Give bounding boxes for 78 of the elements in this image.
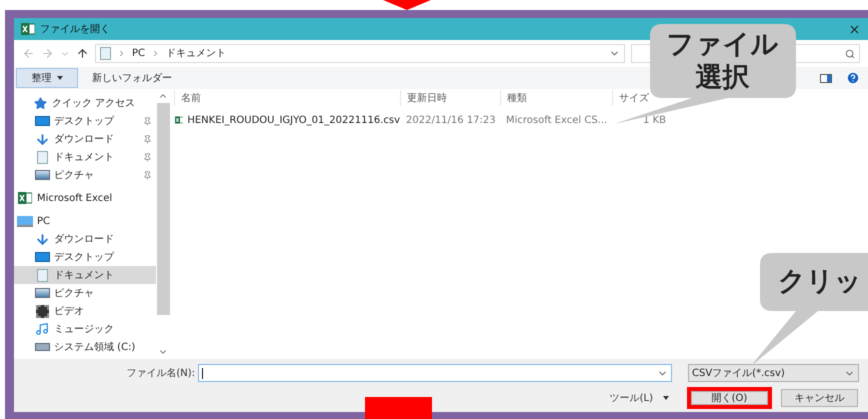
callout-text: ファイル xyxy=(666,28,778,61)
sidebar-label: ダウンロード xyxy=(54,132,115,146)
tools-button[interactable]: ツール(L) xyxy=(610,390,669,406)
sidebar-label: デスクトップ xyxy=(54,114,116,128)
star-icon xyxy=(34,96,46,110)
document-icon xyxy=(36,150,48,164)
drive-icon xyxy=(34,343,50,351)
pin-icon xyxy=(143,170,152,180)
sidebar-label: ピクチャ xyxy=(54,286,95,300)
sidebar-label: デスクトップ xyxy=(54,250,116,264)
sidebar-item[interactable]: ドキュメント xyxy=(14,148,156,166)
picture-icon xyxy=(34,170,50,180)
sidebar-item[interactable]: ミュージック xyxy=(14,320,156,338)
sidebar-item[interactable]: デスクトップ xyxy=(14,112,156,130)
film-icon xyxy=(36,304,48,318)
excel-icon xyxy=(18,192,32,204)
sidebar-item[interactable]: ダウンロード xyxy=(14,230,156,248)
sidebar-label: クイック アクセス xyxy=(52,96,136,110)
file-type-dropdown[interactable]: CSVファイル(*.csv) xyxy=(688,364,859,382)
callout-text: 選択 xyxy=(696,61,750,94)
download-arrow-icon xyxy=(34,232,50,246)
file-type: Microsoft Excel CS... xyxy=(505,114,608,128)
cancel-button[interactable]: キャンセル xyxy=(781,389,858,407)
sidebar-label: ビデオ xyxy=(54,304,85,318)
desktop-icon xyxy=(34,116,50,126)
sidebar-item[interactable]: システム領域 (C:) xyxy=(14,338,156,356)
chevron-right-icon xyxy=(117,49,126,58)
sidebar-item[interactable]: デスクトップ xyxy=(14,248,156,266)
sidebar-label: Microsoft Excel xyxy=(37,192,114,206)
sidebar-label: ダウンロード xyxy=(54,232,115,246)
file-name: HENKEI_ROUDOU_IGJYO_01_20221116.csv xyxy=(187,114,400,128)
filename-field[interactable] xyxy=(198,364,672,382)
sidebar-item[interactable]: ビデオ xyxy=(14,302,156,320)
preview-pane-icon[interactable] xyxy=(820,74,832,82)
sidebar-label: PC xyxy=(37,214,52,228)
sidebar-label: ドキュメント xyxy=(54,150,115,164)
pin-icon xyxy=(143,152,152,162)
arrow-head-drawing xyxy=(383,0,431,10)
breadcrumb[interactable]: ドキュメント xyxy=(166,46,226,61)
new-folder-button[interactable]: 新しいフォルダー xyxy=(92,70,172,86)
document-icon xyxy=(100,47,111,60)
up-arrow-icon[interactable] xyxy=(76,47,89,60)
sidebar-item[interactable]: クイック アクセス xyxy=(14,94,156,112)
sidebar-item[interactable]: Microsoft Excel xyxy=(14,189,156,207)
sidebar-item[interactable]: ピクチャ xyxy=(14,284,156,302)
breadcrumb[interactable]: PC xyxy=(132,46,146,61)
sidebar-label: ドキュメント xyxy=(54,268,115,282)
download-arrow-icon xyxy=(34,132,50,146)
desktop-icon xyxy=(34,252,50,262)
sidebar-label: システム領域 (C:) xyxy=(54,340,136,354)
arrow-shaft-drawing xyxy=(365,397,432,419)
music-note-icon xyxy=(35,322,49,336)
open-button[interactable]: 開く(O) xyxy=(691,391,768,405)
sidebar-label: ミュージック xyxy=(54,322,115,336)
sidebar-item[interactable]: ダウンロード xyxy=(14,130,156,148)
pin-icon xyxy=(143,134,152,144)
pin-icon xyxy=(143,116,152,126)
filename-label: ファイル名(N): xyxy=(125,366,195,380)
column-header[interactable]: 名前 xyxy=(174,90,400,106)
excel-icon xyxy=(21,23,35,35)
sidebar-item[interactable]: ピクチャ xyxy=(14,166,156,184)
organize-button[interactable]: 整理 xyxy=(16,68,78,88)
window-title: ファイルを開く xyxy=(40,22,110,36)
document-icon xyxy=(36,268,48,282)
address-bar[interactable]: PC ドキュメント xyxy=(95,44,625,63)
column-header[interactable]: 種類 xyxy=(500,90,612,106)
sidebar-item[interactable]: ドキュメント xyxy=(14,266,156,284)
callout-text: クリッ xyxy=(778,264,862,299)
help-icon[interactable] xyxy=(846,71,860,85)
sidebar-item[interactable]: PC xyxy=(14,212,156,230)
search-icon xyxy=(845,48,855,58)
monitor-icon xyxy=(17,216,33,226)
column-header[interactable]: 更新日時 xyxy=(400,90,500,106)
scrollbar-thumb[interactable] xyxy=(156,103,170,315)
picture-icon xyxy=(34,288,50,298)
modified-date: 2022/11/16 17:23 xyxy=(405,114,497,128)
csv-file-icon xyxy=(175,114,184,126)
sidebar-label: ピクチャ xyxy=(54,168,95,182)
